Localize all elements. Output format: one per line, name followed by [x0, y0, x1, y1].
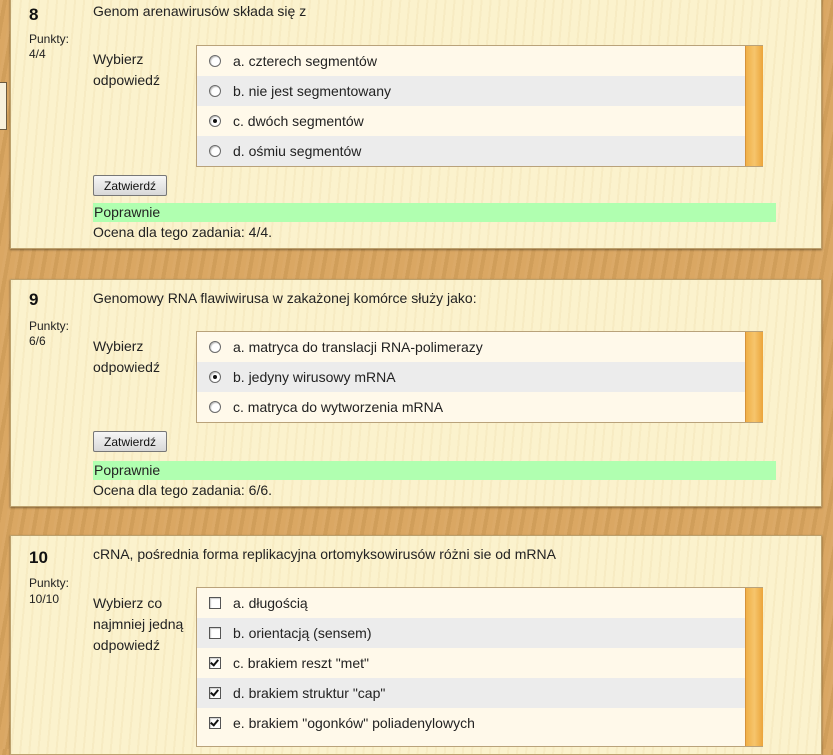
answer-label: b. orientacją (sensem) — [233, 625, 372, 641]
answer-option[interactable]: a. czterech segmentów — [197, 46, 745, 76]
radio-button-selected[interactable] — [209, 371, 221, 383]
answer-label: d. ośmiu segmentów — [233, 143, 362, 159]
question-number: 9 — [29, 290, 39, 309]
points-value: 6/6 — [29, 334, 46, 348]
question-number: 10 — [29, 548, 48, 567]
feedback-correct: Poprawnie — [93, 461, 776, 480]
answer-list: a. czterech segmentów b. nie jest segmen… — [196, 45, 763, 167]
answer-prompt: Wybierz odpowiedź — [93, 336, 160, 378]
prompt-line: odpowiedź — [93, 72, 160, 88]
answer-label: c. brakiem reszt "met" — [233, 655, 369, 671]
checkbox-checked[interactable] — [209, 687, 221, 699]
answer-label: b. jedyny wirusowy mRNA — [233, 369, 396, 385]
radio-button[interactable] — [209, 145, 221, 157]
question-text: Genomowy RNA flawiwirusa w zakażonej kom… — [93, 290, 477, 306]
answer-option[interactable]: d. brakiem struktur "cap" — [197, 678, 745, 708]
radio-button-selected[interactable] — [209, 115, 221, 127]
answer-label: a. matryca do translacji RNA-polimerazy — [233, 339, 483, 355]
question-text: cRNA, pośrednia forma replikacyjna ortom… — [93, 546, 556, 562]
answer-label: d. brakiem struktur "cap" — [233, 685, 386, 701]
question-9: 9 Punkty: 6/6 Genomowy RNA flawiwirusa w… — [10, 279, 822, 507]
answer-option[interactable]: b. jedyny wirusowy mRNA — [197, 362, 745, 392]
answer-option[interactable]: e. brakiem "ogonków" poliadenylowych — [197, 708, 745, 738]
answer-option[interactable]: c. dwóch segmentów — [197, 106, 745, 136]
radio-button[interactable] — [209, 341, 221, 353]
points-value: 10/10 — [29, 592, 60, 606]
answer-label: a. długością — [233, 595, 308, 611]
answer-prompt: Wybierz co najmniej jedną odpowiedź — [93, 593, 183, 656]
points-label: Punkty: — [29, 32, 70, 46]
answer-option[interactable]: d. ośmiu segmentów — [197, 136, 745, 166]
prompt-line: odpowiedź — [93, 637, 160, 653]
grade-text: Ocena dla tego zadania: 6/6. — [93, 482, 273, 498]
answer-label: b. nie jest segmentowany — [233, 83, 391, 99]
prompt-line: Wybierz — [93, 51, 144, 67]
question-number: 8 — [29, 5, 39, 24]
submit-button[interactable]: Zatwierdź — [93, 431, 168, 452]
answer-option[interactable]: a. matryca do translacji RNA-polimerazy — [197, 332, 745, 362]
points-label: Punkty: — [29, 576, 70, 590]
question-text: Genom arenawirusów składa się z — [93, 3, 307, 19]
prompt-line: najmniej jedną — [93, 616, 184, 632]
answer-option[interactable]: c. brakiem reszt "met" — [197, 648, 745, 678]
grade-text: Ocena dla tego zadania: 4/4. — [93, 224, 273, 240]
prompt-line: Wybierz co — [93, 595, 163, 611]
answer-option[interactable]: a. długością — [197, 588, 745, 618]
answer-option[interactable]: b. orientacją (sensem) — [197, 618, 745, 648]
answer-list: a. długością b. orientacją (sensem) c. b… — [196, 587, 763, 747]
prompt-line: odpowiedź — [93, 359, 160, 375]
points-value: 4/4 — [29, 47, 46, 61]
checkbox-checked[interactable] — [209, 657, 221, 669]
side-tab — [0, 82, 7, 130]
checkbox[interactable] — [209, 597, 221, 609]
checkbox-checked[interactable] — [209, 717, 221, 729]
points-label: Punkty: — [29, 319, 70, 333]
radio-button[interactable] — [209, 85, 221, 97]
answer-label: c. matryca do wytworzenia mRNA — [233, 399, 444, 415]
question-10: 10 Punkty: 10/10 cRNA, pośrednia forma r… — [10, 535, 822, 755]
radio-button[interactable] — [209, 401, 221, 413]
checkbox[interactable] — [209, 627, 221, 639]
answer-label: a. czterech segmentów — [233, 53, 377, 69]
prompt-line: Wybierz — [93, 338, 144, 354]
answer-option[interactable]: c. matryca do wytworzenia mRNA — [197, 392, 745, 422]
feedback-correct: Poprawnie — [93, 203, 776, 222]
submit-button[interactable]: Zatwierdź — [93, 175, 168, 196]
answer-label: e. brakiem "ogonków" poliadenylowych — [233, 715, 475, 731]
radio-button[interactable] — [209, 55, 221, 67]
answer-list: a. matryca do translacji RNA-polimerazy … — [196, 331, 763, 423]
answer-option[interactable]: b. nie jest segmentowany — [197, 76, 745, 106]
answer-prompt: Wybierz odpowiedź — [93, 49, 160, 91]
answer-label: c. dwóch segmentów — [233, 113, 364, 129]
question-8: 8 Punkty: 4/4 Genom arenawirusów składa … — [10, 0, 822, 249]
